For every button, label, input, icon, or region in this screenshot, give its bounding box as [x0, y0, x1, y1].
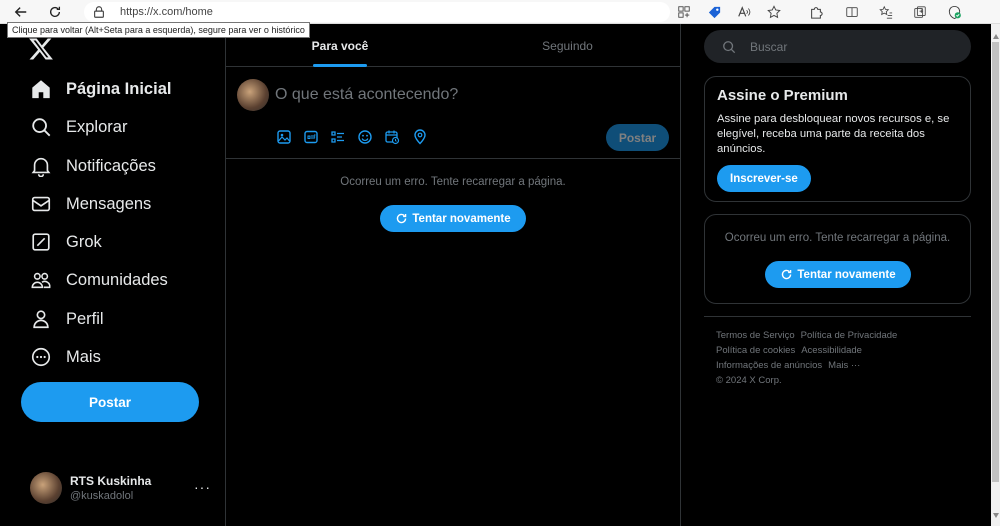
poll-icon[interactable] — [330, 129, 346, 145]
sidebar-item-profile[interactable]: Perfil — [30, 304, 104, 334]
account-switcher[interactable]: RTS Kuskinha @kuskadolol ··· — [28, 468, 218, 508]
compose-input[interactable]: O que está acontecendo? — [275, 86, 458, 104]
footer-link-more[interactable]: Mais ··· — [828, 360, 860, 371]
coupon-tag-icon[interactable] — [706, 4, 722, 20]
reload-icon — [49, 6, 61, 17]
retry-label: Tentar novamente — [412, 212, 511, 225]
account-name: RTS Kuskinha — [70, 474, 152, 488]
trends-error-message: Ocorreu um erro. Tente recarregar a pági… — [724, 232, 951, 244]
footer-link-accessibility[interactable]: Acessibilidade — [801, 345, 862, 356]
reload-button[interactable] — [44, 2, 66, 22]
footer-link-ads-info[interactable]: Informações de anúncios — [716, 360, 822, 371]
sidebar-item-home[interactable]: Página Inicial — [30, 74, 171, 104]
search-icon — [723, 40, 736, 53]
avatar — [237, 79, 269, 111]
trends-retry-button[interactable]: Tentar novamente — [765, 261, 911, 288]
sidebar-item-notifications[interactable]: Notificações — [30, 151, 156, 181]
scroll-up-icon[interactable] — [993, 34, 999, 39]
mail-icon — [31, 196, 51, 212]
browser-toolbar: https://x.com/home — [0, 0, 1000, 24]
address-bar[interactable]: https://x.com/home — [84, 2, 670, 22]
refresh-icon — [397, 213, 407, 224]
footer-link-cookies[interactable]: Política de cookies — [716, 345, 795, 356]
back-button-tooltip: Clique para voltar (Alt+Seta para a esqu… — [7, 22, 310, 38]
tab-label: Seguindo — [542, 38, 593, 53]
search-icon — [32, 118, 51, 137]
sidebar-item-communities[interactable]: Comunidades — [30, 265, 168, 295]
grok-icon — [32, 233, 50, 251]
favorites-list-icon[interactable] — [878, 4, 894, 20]
sidebar-item-label: Explorar — [66, 117, 128, 136]
favorite-star-icon[interactable] — [766, 4, 782, 20]
search-input[interactable] — [750, 39, 950, 54]
lock-icon — [94, 6, 104, 18]
gif-icon[interactable] — [303, 129, 319, 145]
read-aloud-icon[interactable] — [736, 4, 752, 20]
footer-link-terms[interactable]: Termos de Serviço — [716, 330, 795, 341]
tab-following[interactable]: Seguindo — [454, 24, 681, 67]
sidebar-item-label: Página Inicial — [66, 79, 172, 98]
scroll-thumb[interactable] — [992, 42, 999, 482]
sidebar-item-label: Mensagens — [66, 194, 152, 213]
footer-links: Termos de Serviço Política de Privacidade… — [716, 328, 971, 388]
sidebar-item-grok[interactable]: Grok — [30, 227, 102, 257]
sidebar-item-label: Grok — [66, 232, 102, 251]
divider — [704, 316, 971, 317]
extensions-icon[interactable] — [808, 4, 824, 20]
tab-label: Para você — [311, 38, 369, 53]
premium-card: Assine o Premium Assine para desbloquear… — [704, 76, 971, 202]
person-icon — [33, 310, 49, 329]
app-available-icon[interactable] — [676, 4, 692, 20]
emoji-icon[interactable] — [357, 129, 373, 145]
sidebar-item-explore[interactable]: Explorar — [30, 112, 127, 142]
premium-title: Assine o Premium — [717, 87, 848, 104]
search-box[interactable] — [704, 30, 971, 63]
sidebar-item-label: Mais — [66, 347, 101, 366]
account-more-icon[interactable]: ··· — [194, 479, 211, 495]
more-circle-icon — [31, 347, 51, 367]
sidebar-item-label: Notificações — [66, 156, 156, 175]
avatar — [30, 472, 62, 504]
location-icon[interactable] — [412, 129, 428, 145]
retry-button[interactable]: Tentar novamente — [380, 205, 526, 232]
left-sidebar: Página Inicial Explorar Notificações Men… — [0, 24, 226, 526]
bell-icon — [31, 157, 51, 177]
sidebar-item-label: Perfil — [66, 309, 104, 328]
post-composer: O que está acontecendo? Postar — [226, 67, 681, 159]
people-icon — [31, 272, 51, 289]
schedule-icon[interactable] — [384, 129, 400, 145]
right-sidebar: Assine o Premium Assine para desbloquear… — [681, 24, 991, 526]
subscribe-button[interactable]: Inscrever-se — [717, 165, 811, 192]
media-icon[interactable] — [276, 129, 292, 145]
home-icon — [32, 80, 50, 99]
url-text: https://x.com/home — [120, 6, 213, 18]
sidebar-item-more[interactable]: Mais — [30, 342, 101, 372]
collections-icon[interactable] — [912, 4, 928, 20]
main-timeline: Para você Seguindo O que está acontecend… — [226, 24, 681, 526]
scroll-down-icon[interactable] — [993, 513, 999, 518]
split-screen-icon[interactable] — [844, 4, 860, 20]
copyright: © 2024 X Corp. — [716, 375, 782, 386]
browser-essentials-icon[interactable] — [946, 4, 962, 20]
sidebar-item-messages[interactable]: Mensagens — [30, 189, 151, 219]
page-scrollbar[interactable] — [991, 24, 1000, 526]
post-button[interactable]: Postar — [21, 382, 199, 422]
footer-link-privacy[interactable]: Política de Privacidade — [801, 330, 898, 341]
x-logo-icon[interactable] — [28, 36, 54, 62]
account-handle: @kuskadolol — [70, 490, 134, 502]
back-arrow-icon — [14, 7, 27, 17]
retry-label: Tentar novamente — [797, 268, 896, 281]
refresh-icon — [782, 269, 792, 280]
trends-error-card: Ocorreu um erro. Tente recarregar a pági… — [704, 214, 971, 304]
timeline-error-message: Ocorreu um erro. Tente recarregar a pági… — [340, 176, 566, 188]
compose-post-button[interactable]: Postar — [606, 124, 669, 151]
premium-description: Assine para desbloquear novos recursos e… — [717, 113, 950, 155]
sidebar-item-label: Comunidades — [66, 270, 168, 289]
back-button[interactable] — [10, 2, 32, 22]
